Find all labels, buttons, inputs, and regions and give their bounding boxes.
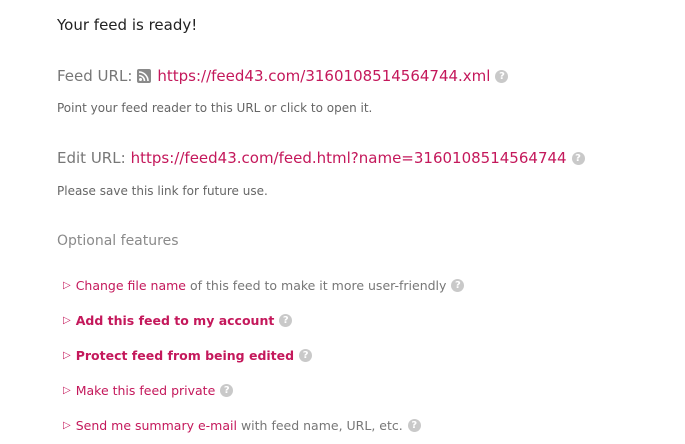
feed-url-link[interactable]: https://feed43.com/3160108514564744.xml [157,67,490,85]
feature-description: with feed name, URL, etc. [240,418,403,433]
feature-summary-email: ▷ Send me summary e-mail with feed name,… [63,418,421,433]
summary-email-link[interactable]: Send me summary e-mail [76,418,237,433]
triangle-icon: ▷ [63,280,71,291]
triangle-icon: ▷ [63,420,71,431]
help-icon[interactable]: ? [220,384,234,397]
optional-features-title: Optional features [57,233,179,249]
feed-url-note: Point your feed reader to this URL or cl… [57,101,373,115]
edit-url-note: Please save this link for future use. [57,184,268,198]
rss-icon [137,69,152,83]
help-icon[interactable]: ? [495,69,509,83]
edit-url-row: Edit URL: https://feed43.com/feed.html?n… [57,149,585,167]
feature-change-file-name: ▷ Change file name of this feed to make … [63,278,465,293]
page-heading: Your feed is ready! [57,16,198,34]
protect-feed-link[interactable]: Protect feed from being edited [76,348,294,363]
triangle-icon: ▷ [63,385,71,396]
help-icon[interactable]: ? [279,314,293,327]
help-icon[interactable]: ? [571,151,585,165]
feature-make-private: ▷ Make this feed private ? [63,383,234,398]
help-icon[interactable]: ? [299,349,313,362]
change-file-name-link[interactable]: Change file name [76,278,186,293]
make-private-link[interactable]: Make this feed private [76,383,216,398]
add-to-account-link[interactable]: Add this feed to my account [76,313,275,328]
triangle-icon: ▷ [63,350,71,361]
help-icon[interactable]: ? [451,279,465,292]
feature-description: of this feed to make it more user-friend… [190,278,447,293]
help-icon[interactable]: ? [407,419,421,432]
edit-url-link[interactable]: https://feed43.com/feed.html?name=316010… [131,149,567,167]
feature-add-to-account: ▷ Add this feed to my account ? [63,313,293,328]
triangle-icon: ▷ [63,315,71,326]
feed-url-label: Feed URL: [57,67,133,85]
feature-protect-feed: ▷ Protect feed from being edited ? [63,348,313,363]
feed-url-row: Feed URL: https://feed43.com/31601085145… [57,67,509,85]
edit-url-label: Edit URL: [57,149,126,167]
